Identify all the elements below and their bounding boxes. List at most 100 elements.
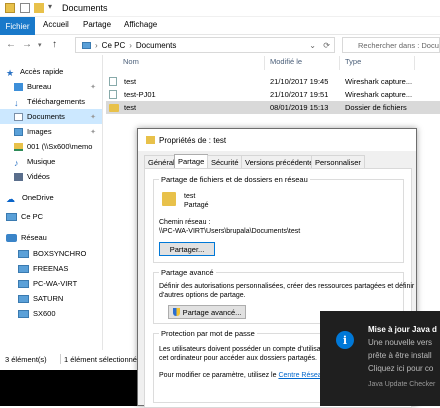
sidebar-item-label: BOXSYNCHRO — [33, 249, 87, 258]
file-name: test — [124, 77, 137, 86]
tab-partage[interactable]: Partage — [174, 154, 209, 169]
file-list: Nom Modifié le Type test 21/10/2017 19:4… — [103, 55, 440, 120]
sidebar-item-musique[interactable]: ♪ Musique — [14, 154, 116, 169]
chevron-down-icon[interactable]: ⌄ — [309, 41, 316, 50]
column-separator — [414, 56, 415, 70]
sidebar-item-sx600[interactable]: SX600 — [18, 306, 120, 321]
onedrive-icon: ☁ — [6, 193, 15, 204]
sidebar-item-label: SATURN — [33, 294, 64, 303]
dialog-title: Propriétés de : test — [159, 135, 227, 145]
sidebar-item-acces-rapide[interactable]: ★ Accès rapide — [6, 64, 108, 79]
file-icon — [109, 77, 117, 86]
java-update-notification[interactable]: i Mise à jour Java d Une nouvelle vers p… — [320, 311, 440, 406]
folder-name: test — [184, 193, 196, 200]
network-path-label: Chemin réseau : — [159, 219, 211, 226]
tab-personnaliser[interactable]: Personnaliser — [311, 155, 365, 168]
window-title: Documents — [62, 3, 108, 13]
sidebar-item-freenas[interactable]: FREENAS — [18, 261, 120, 276]
sidebar-item-ce-pc[interactable]: Ce PC — [6, 209, 108, 224]
sidebar-item-saturn[interactable]: SATURN — [18, 291, 120, 306]
group-title: Protection par mot de passe — [159, 329, 257, 338]
sidebar-item-label: Téléchargements — [27, 97, 85, 106]
password-description-line3: Pour modifier ce paramètre, utilisez le … — [159, 371, 333, 380]
sidebar-item-pc-wa-virt[interactable]: PC-WA-VIRT — [18, 276, 120, 291]
refresh-icon[interactable]: ⟳ — [323, 41, 330, 50]
sidebar-item-telechargements[interactable]: ↓ Téléchargements — [14, 94, 116, 109]
network-computer-icon — [18, 309, 29, 318]
table-row-selected[interactable]: test 08/01/2019 15:13 Dossier de fichier… — [106, 101, 440, 114]
properties-icon[interactable] — [20, 3, 30, 13]
network-folder-icon — [14, 142, 23, 151]
sidebar-item-boxsynchro[interactable]: BOXSYNCHRO — [18, 246, 120, 261]
folder-icon — [146, 136, 155, 144]
file-type: Wireshark capture... — [345, 77, 413, 86]
star-icon: ★ — [6, 67, 15, 78]
breadcrumb-ce-pc[interactable]: Ce PC — [102, 41, 126, 50]
network-sharing-group: Partage de fichiers et de dossiers en ré… — [153, 175, 404, 263]
tab-affichage[interactable]: Affichage — [124, 20, 157, 29]
folder-icon — [109, 104, 119, 112]
sidebar-item-label: Accès rapide — [20, 67, 64, 76]
sidebar-item-onedrive[interactable]: ☁ OneDrive — [6, 190, 108, 205]
title-bar: ▾ Documents — [0, 0, 440, 17]
pin-icon: ✦ — [90, 128, 96, 136]
recent-locations-icon[interactable]: ▾ — [38, 41, 42, 49]
column-header-modified[interactable]: Modifié le — [270, 57, 302, 66]
desktop-folder-icon — [14, 82, 23, 91]
sidebar-item-label: Musique — [27, 157, 56, 166]
column-header-name[interactable]: Nom — [123, 57, 139, 66]
new-folder-icon[interactable] — [34, 3, 44, 13]
sidebar-item-reseau[interactable]: Réseau — [6, 230, 108, 245]
sidebar-item-label: FREENAS — [33, 264, 69, 273]
folder-icon — [5, 3, 15, 13]
sidebar-item-videos[interactable]: Vidéos — [14, 169, 116, 184]
chevron-down-icon[interactable]: ▾ — [48, 2, 58, 12]
file-name: test — [124, 103, 137, 112]
folder-state: Partagé — [184, 202, 209, 209]
sidebar-item-label: Ce PC — [21, 212, 44, 221]
sidebar-item-documents[interactable]: Documents ✦ — [0, 109, 102, 124]
password-description-line2: cet ordinateur pour accéder aux dossiers… — [159, 355, 317, 362]
tab-versions-precedentes[interactable]: Versions précédentes — [241, 155, 322, 168]
file-modified: 21/10/2017 19:45 — [270, 77, 329, 86]
file-type: Wireshark capture... — [345, 90, 413, 99]
file-icon — [109, 90, 117, 99]
forward-arrow-icon[interactable]: → — [22, 39, 32, 50]
breadcrumb-documents[interactable]: Documents — [136, 41, 176, 50]
sidebar-item-label: PC-WA-VIRT — [33, 279, 78, 288]
file-modified: 21/10/2017 19:51 — [270, 90, 329, 99]
password-description-line1: Les utilisateurs doivent posséder un com… — [159, 346, 333, 353]
up-arrow-icon[interactable]: ↑ — [52, 39, 57, 50]
table-row[interactable]: test-PJ01 21/10/2017 19:51 Wireshark cap… — [106, 88, 440, 101]
address-bar: ← → ▾ ↑ › Ce PC › Documents ⌄ ⟳ Recherch… — [0, 35, 440, 55]
sidebar-item-label: Images — [27, 127, 52, 136]
advanced-description-line1: Définir des autorisations personnalisées… — [159, 283, 415, 290]
chevron-right-icon: › — [129, 40, 132, 50]
navigation-pane: ★ Accès rapide Bureau ✦ ↓ Téléchargement… — [0, 62, 102, 350]
network-computer-icon — [18, 264, 29, 273]
sidebar-item-bureau[interactable]: Bureau ✦ — [14, 79, 116, 94]
sidebar-item-images[interactable]: Images ✦ — [14, 124, 116, 139]
advanced-description-line2: d'autres options de partage. — [159, 292, 246, 299]
pictures-icon — [14, 127, 23, 136]
network-computer-icon — [18, 279, 29, 288]
file-type: Dossier de fichiers — [345, 103, 407, 112]
dialog-title-bar: Propriétés de : test — [138, 129, 416, 151]
back-arrow-icon[interactable]: ← — [6, 39, 16, 50]
tab-partage[interactable]: Partage — [83, 20, 111, 29]
group-title: Partage avancé — [159, 268, 216, 277]
tab-securite[interactable]: Sécurité — [207, 155, 243, 168]
address-box[interactable]: › Ce PC › Documents ⌄ ⟳ — [75, 37, 335, 53]
pin-icon: ✦ — [90, 83, 96, 91]
tab-fichier[interactable]: Fichier — [0, 17, 35, 35]
share-button[interactable]: Partager... — [159, 242, 215, 256]
tab-accueil[interactable]: Accueil — [43, 20, 69, 29]
table-row[interactable]: test 21/10/2017 19:45 Wireshark capture.… — [106, 75, 440, 88]
computer-icon — [6, 212, 17, 221]
shield-icon — [172, 308, 180, 316]
advanced-sharing-button[interactable]: Partage avancé... — [168, 305, 246, 319]
search-input[interactable]: Rechercher dans : Docum — [342, 37, 440, 53]
column-header-type[interactable]: Type — [345, 57, 361, 66]
toast-line2: prête à être install — [368, 351, 432, 360]
sidebar-item-001-memo[interactable]: 001 (\\Sx600\memo — [14, 139, 116, 154]
